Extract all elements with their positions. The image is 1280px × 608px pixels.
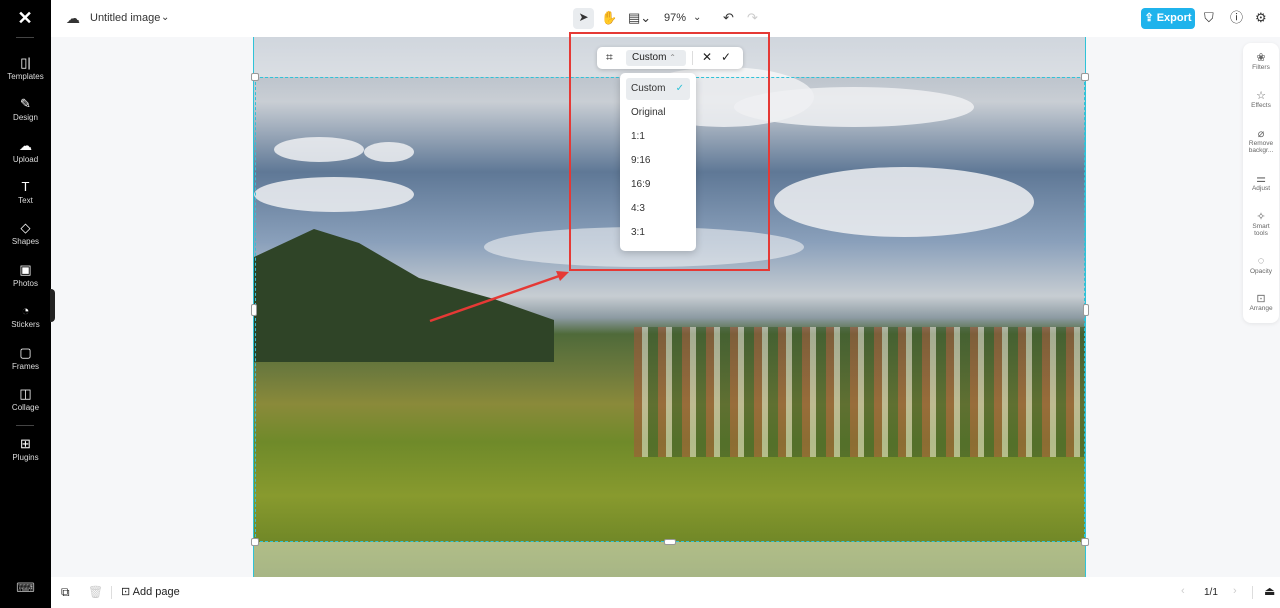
add-page-label: Add page [132, 586, 180, 598]
panel-item-arrange[interactable]: ⊡ Arrange [1243, 292, 1279, 312]
annotation-arrow [429, 271, 569, 323]
lock-icon[interactable]: ⏏ [1264, 584, 1275, 598]
right-properties-panel: ❀ Filters ☆ Effects ⌀ Remove backgr... ⚌ Adj… [1243, 43, 1279, 323]
panel-item-effects[interactable]: ☆ Effects [1243, 89, 1279, 109]
add-page-button[interactable]: ⊡ Add page [121, 585, 180, 598]
filters-icon: ❀ [1256, 52, 1266, 64]
previous-page-icon[interactable]: ‹ [1181, 585, 1185, 597]
next-page-icon[interactable]: › [1233, 585, 1237, 597]
add-page-icon: ⊡ [121, 586, 133, 598]
label: Opacity [1249, 268, 1273, 275]
opacity-icon: ◌ [1257, 255, 1265, 267]
label: Effects [1251, 102, 1271, 109]
label: Arrange [1249, 305, 1273, 312]
label: Smart tools [1252, 223, 1270, 237]
remove-background-icon: ⌀ [1257, 128, 1265, 140]
arrange-icon: ⊡ [1256, 293, 1266, 305]
panel-item-adjust[interactable]: ⚌ Adjust [1243, 172, 1279, 192]
label: Filters [1252, 64, 1270, 71]
panel-item-filters[interactable]: ❀ Filters [1243, 51, 1279, 71]
panel-item-opacity[interactable]: ◌ Opacity [1243, 255, 1279, 275]
divider [1252, 586, 1253, 599]
label: Adjust [1251, 185, 1271, 192]
label: Remove backgr... [1248, 140, 1274, 154]
delete-page-icon[interactable]: 🗑 [88, 585, 103, 599]
effects-icon: ☆ [1256, 90, 1266, 102]
adjust-icon: ⚌ [1256, 173, 1266, 185]
panel-item-remove-background[interactable]: ⌀ Remove backgr... [1243, 127, 1279, 154]
smart-tools-icon: ✧ [1256, 211, 1266, 223]
bottom-bar: ⧉ 🗑 ⊡ Add page ‹ 1/1 › ⏏ [51, 577, 1280, 608]
duplicate-page-icon[interactable]: ⧉ [61, 585, 70, 600]
panel-item-smart-tools[interactable]: ✧ Smart tools [1243, 210, 1279, 237]
divider [111, 586, 112, 599]
page-indicator: 1/1 [1204, 587, 1218, 598]
